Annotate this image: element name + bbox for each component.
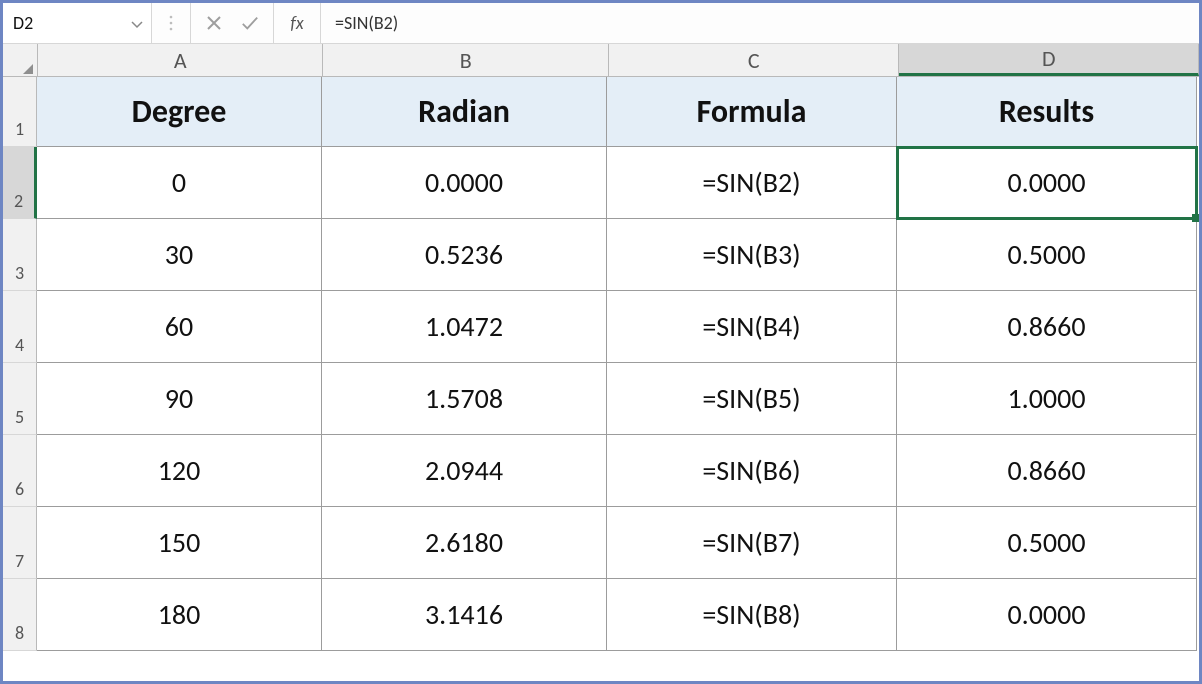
cell[interactable]: =SIN(B2) <box>607 147 897 219</box>
enter-check-icon[interactable] <box>241 14 259 32</box>
row-number[interactable]: 8 <box>3 579 37 651</box>
cell[interactable]: 1.0000 <box>897 363 1197 435</box>
cell[interactable]: =SIN(B4) <box>607 291 897 363</box>
cell[interactable]: 0.5000 <box>897 219 1197 291</box>
cell[interactable]: 120 <box>37 435 322 507</box>
cell[interactable]: 0.5000 <box>897 507 1197 579</box>
column-header-C[interactable]: C <box>609 44 900 76</box>
cell[interactable]: 0.8660 <box>897 291 1197 363</box>
cancel-icon[interactable] <box>205 14 223 32</box>
cell[interactable]: =SIN(B7) <box>607 507 897 579</box>
name-box-value: D2 <box>13 12 33 34</box>
rows: 1 Degree Radian Formula Results 2 0 0.00… <box>3 77 1199 681</box>
sheet-grid: A B C D 1 Degree Radian Formula Results … <box>3 44 1199 681</box>
table-row: 8 180 3.1416 =SIN(B8) 0.0000 <box>3 579 1199 651</box>
cell[interactable]: =SIN(B8) <box>607 579 897 651</box>
cell[interactable]: 0.8660 <box>897 435 1197 507</box>
table-row: 7 150 2.6180 =SIN(B7) 0.5000 <box>3 507 1199 579</box>
fx-button[interactable]: fx <box>274 3 321 43</box>
row-number[interactable]: 2 <box>3 147 37 219</box>
cell[interactable]: 1.5708 <box>322 363 607 435</box>
cell[interactable]: 180 <box>37 579 322 651</box>
cell[interactable]: =SIN(B5) <box>607 363 897 435</box>
row-number[interactable]: 1 <box>3 77 37 147</box>
formula-text: =SIN(B2) <box>335 12 398 34</box>
table-row: 3 30 0.5236 =SIN(B3) 0.5000 <box>3 219 1199 291</box>
cell[interactable]: 150 <box>37 507 322 579</box>
cell[interactable]: =SIN(B6) <box>607 435 897 507</box>
fx-label: fx <box>290 12 303 34</box>
cell[interactable]: 2.6180 <box>322 507 607 579</box>
column-header-D[interactable]: D <box>899 44 1199 76</box>
name-box[interactable]: D2 <box>3 3 152 43</box>
spreadsheet-window: D2 fx =SIN(B2) A B C <box>0 0 1202 684</box>
cell-selected[interactable]: 0.0000 <box>897 147 1197 219</box>
separator-dots-icon <box>152 3 191 43</box>
cell[interactable]: 2.0944 <box>322 435 607 507</box>
table-row: 1 Degree Radian Formula Results <box>3 77 1199 147</box>
cell[interactable]: 60 <box>37 291 322 363</box>
chevron-down-icon[interactable] <box>131 12 143 34</box>
header-cell-radian[interactable]: Radian <box>322 77 607 147</box>
header-cell-formula[interactable]: Formula <box>607 77 897 147</box>
cell[interactable]: 0.0000 <box>897 579 1197 651</box>
cell[interactable]: 0 <box>37 147 322 219</box>
row-number[interactable]: 4 <box>3 291 37 363</box>
table-row: 4 60 1.0472 =SIN(B4) 0.8660 <box>3 291 1199 363</box>
column-header-B[interactable]: B <box>323 44 609 76</box>
header-cell-degree[interactable]: Degree <box>37 77 322 147</box>
row-number[interactable]: 7 <box>3 507 37 579</box>
formula-input[interactable]: =SIN(B2) <box>321 3 1199 43</box>
row-number[interactable]: 5 <box>3 363 37 435</box>
row-number[interactable]: 3 <box>3 219 37 291</box>
table-row: 5 90 1.5708 =SIN(B5) 1.0000 <box>3 363 1199 435</box>
column-headers: A B C D <box>3 44 1199 77</box>
cell[interactable]: 30 <box>37 219 322 291</box>
cell[interactable]: 1.0472 <box>322 291 607 363</box>
table-row: 6 120 2.0944 =SIN(B6) 0.8660 <box>3 435 1199 507</box>
cell[interactable]: 90 <box>37 363 322 435</box>
row-number[interactable]: 6 <box>3 435 37 507</box>
cell[interactable]: =SIN(B3) <box>607 219 897 291</box>
select-all-triangle[interactable] <box>3 44 38 76</box>
cell[interactable]: 0.0000 <box>322 147 607 219</box>
header-cell-results[interactable]: Results <box>897 77 1197 147</box>
table-row: 2 0 0.0000 =SIN(B2) 0.0000 <box>3 147 1199 219</box>
formula-bar: D2 fx =SIN(B2) <box>3 3 1199 44</box>
cell[interactable]: 3.1416 <box>322 579 607 651</box>
formula-bar-actions <box>191 3 274 43</box>
column-header-A[interactable]: A <box>38 44 324 76</box>
cell[interactable]: 0.5236 <box>322 219 607 291</box>
